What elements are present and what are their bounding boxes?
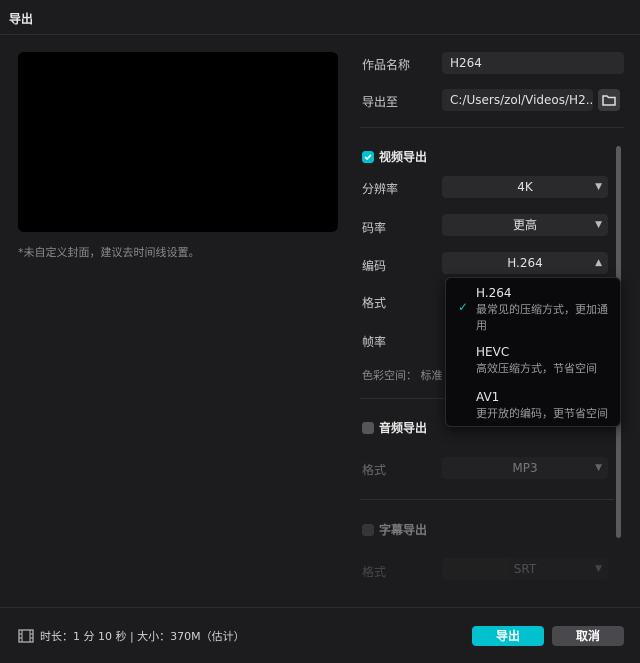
subtitle-format-value: SRT xyxy=(513,562,537,576)
subtitle-format-label: 格式 xyxy=(362,565,387,579)
footer-divider xyxy=(0,607,640,608)
colorspace-value: 标准 xyxy=(420,369,443,382)
resolution-label: 分辨率 xyxy=(362,182,399,196)
section-divider xyxy=(360,499,614,500)
resolution-value: 4K xyxy=(517,180,533,194)
option-title: H.264 xyxy=(476,286,512,300)
film-icon xyxy=(18,629,34,643)
codec-label: 编码 xyxy=(362,259,387,273)
codec-option-hevc[interactable]: HEVC 高效压缩方式，节省空间 xyxy=(476,345,616,377)
audio-export-label: 音频导出 xyxy=(379,421,428,435)
audio-format-value: MP3 xyxy=(512,461,538,475)
audio-format-label: 格式 xyxy=(362,463,387,477)
section-divider xyxy=(360,127,624,128)
audio-export-toggle[interactable]: 音频导出 xyxy=(362,419,427,436)
path-label: 导出至 xyxy=(362,95,399,109)
video-export-checkbox[interactable] xyxy=(362,150,374,163)
chevron-down-icon: ▼ xyxy=(595,463,602,473)
chevron-down-icon: ▼ xyxy=(595,182,602,192)
codec-dropdown-menu: ✓ H.264 最常见的压缩方式，更加通用 HEVC 高效压缩方式，节省空间 AV1… xyxy=(445,277,621,427)
subtitle-export-checkbox[interactable] xyxy=(362,523,374,536)
video-export-toggle[interactable]: 视频导出 xyxy=(362,148,427,165)
export-button[interactable]: 导出 xyxy=(472,626,544,646)
dialog-title: 导出 xyxy=(9,12,34,26)
colorspace-info: 色彩空间： 标准 xyxy=(362,367,443,383)
chevron-down-icon: ▼ xyxy=(595,220,602,230)
browse-folder-button[interactable] xyxy=(598,89,620,111)
check-icon: ✓ xyxy=(458,300,469,314)
name-label: 作品名称 xyxy=(362,58,411,72)
codec-select[interactable]: H.264 ▲ xyxy=(442,252,608,274)
subtitle-export-label: 字幕导出 xyxy=(379,523,428,537)
option-desc: 最常见的压缩方式，更加通用 xyxy=(476,303,608,332)
subtitle-format-select[interactable]: SRT ▼ xyxy=(442,558,608,580)
format-label: 格式 xyxy=(362,296,387,310)
title-divider xyxy=(0,34,640,35)
option-desc: 更开放的编码，更节省空间 xyxy=(476,407,608,420)
chevron-up-icon: ▲ xyxy=(595,258,602,268)
duration-size-text: 时长：1 分 10 秒 | 大小：370M（估计） xyxy=(40,630,245,643)
bitrate-label: 码率 xyxy=(362,221,387,235)
export-info: 时长：1 分 10 秒 | 大小：370M（估计） xyxy=(18,628,245,644)
audio-export-checkbox[interactable] xyxy=(362,421,374,434)
audio-format-select[interactable]: MP3 ▼ xyxy=(442,457,608,479)
cover-preview[interactable] xyxy=(18,52,338,232)
cover-hint: *未自定义封面，建议去时间线设置。 xyxy=(18,246,200,259)
video-export-label: 视频导出 xyxy=(379,150,428,164)
resolution-select[interactable]: 4K ▼ xyxy=(442,176,608,198)
codec-option-h264[interactable]: H.264 最常见的压缩方式，更加通用 xyxy=(476,286,616,334)
chevron-down-icon: ▼ xyxy=(595,564,602,574)
colorspace-label: 色彩空间： xyxy=(362,369,417,382)
bitrate-value: 更高 xyxy=(512,218,537,232)
codec-option-av1[interactable]: AV1 更开放的编码，更节省空间 xyxy=(476,390,616,422)
bitrate-select[interactable]: 更高 ▼ xyxy=(442,214,608,236)
subtitle-export-toggle[interactable]: 字幕导出 xyxy=(362,521,427,538)
check-icon xyxy=(364,153,372,160)
name-input[interactable]: H264 xyxy=(442,52,624,74)
folder-icon xyxy=(602,95,616,106)
path-input[interactable]: C:/Users/zol/Videos/H2... xyxy=(442,89,593,111)
option-title: HEVC xyxy=(476,345,510,359)
option-desc: 高效压缩方式，节省空间 xyxy=(476,362,597,375)
framerate-label: 帧率 xyxy=(362,335,387,349)
codec-value: H.264 xyxy=(507,256,543,270)
option-title: AV1 xyxy=(476,390,500,404)
cancel-button[interactable]: 取消 xyxy=(552,626,624,646)
